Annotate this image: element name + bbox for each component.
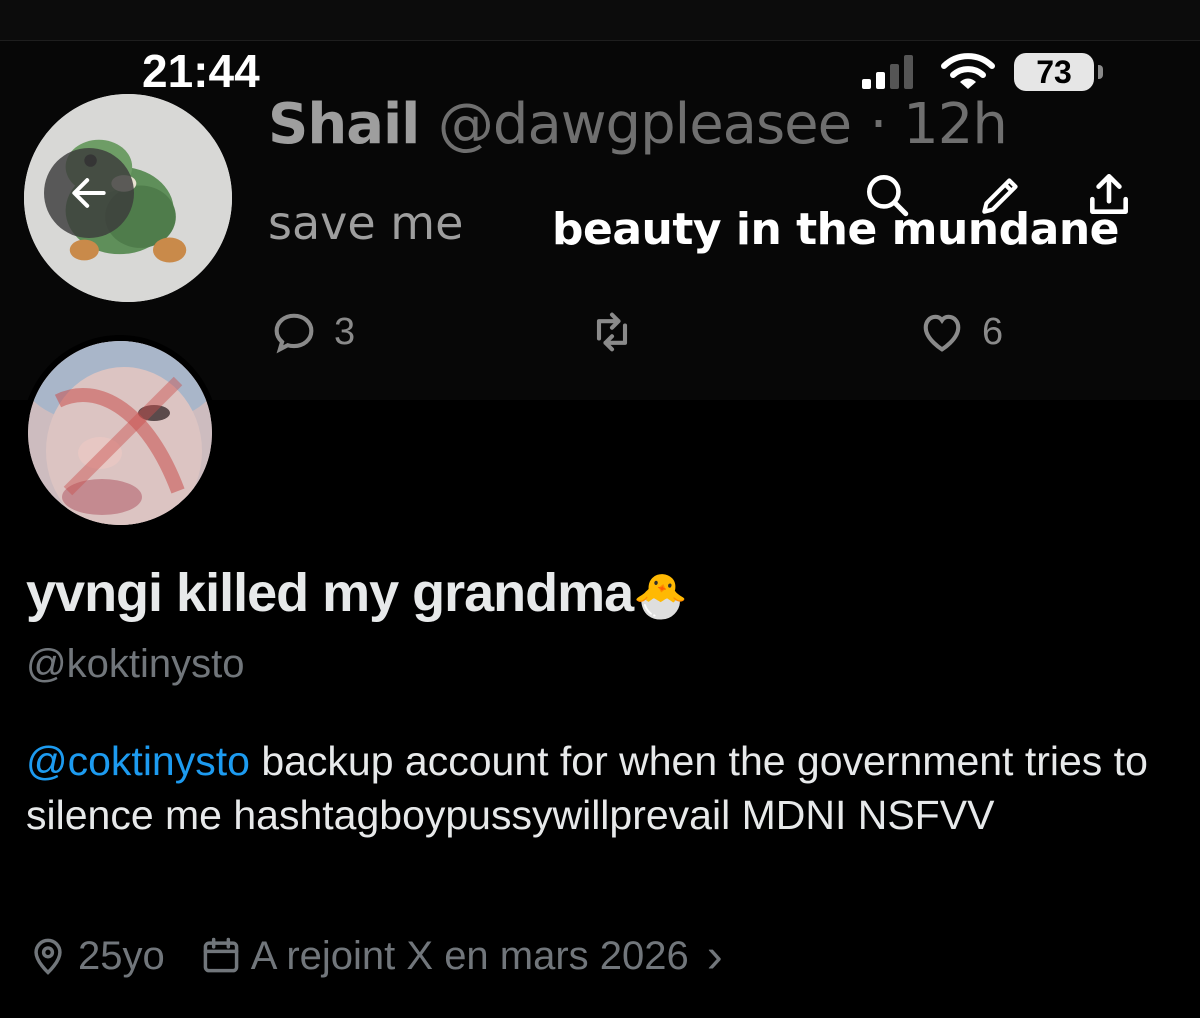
chevron-right-icon: › xyxy=(706,929,723,983)
profile-avatar[interactable] xyxy=(22,335,218,531)
selfie-photo xyxy=(28,341,212,525)
display-name: yvngi killed my grandma🐣 xyxy=(26,562,688,624)
profile-avatar-image xyxy=(28,341,212,525)
banner-reply: 3 xyxy=(268,306,355,358)
banner-tweet-time: · 12h xyxy=(869,92,1008,157)
banner-like: 6 xyxy=(916,306,1003,358)
profile-meta: 25yo A rejoint X en mars 2026 › xyxy=(26,928,757,984)
pencil-icon[interactable] xyxy=(976,170,1026,220)
location-text: 25yo xyxy=(78,933,165,978)
calendar-icon xyxy=(203,937,239,973)
banner-reply-count: 3 xyxy=(334,310,356,353)
display-name-text: yvngi killed my grandma xyxy=(26,563,634,623)
back-button[interactable] xyxy=(44,148,134,238)
profile-location: 25yo xyxy=(26,934,165,979)
banner-like-count: 6 xyxy=(982,310,1004,353)
profile-handle: @koktinysto xyxy=(26,642,245,686)
banner-top-strip xyxy=(0,0,1200,41)
banner-tweet-actions: 3 6 xyxy=(268,306,1068,376)
banner-tweet-header: Shail @dawgpleasee · 12h xyxy=(268,92,1008,157)
heart-icon xyxy=(923,314,961,352)
status-time: 21:44 xyxy=(142,45,260,97)
status-indicators: 73 xyxy=(860,50,1103,94)
banner-overlay-caption: beauty in the mundane xyxy=(552,204,1119,255)
reply-icon xyxy=(274,313,314,354)
profile-bio: @coktinysto backup account for when the … xyxy=(26,734,1176,842)
bio-mention-link[interactable]: @coktinysto xyxy=(26,738,250,784)
location-pin-icon xyxy=(34,938,62,975)
banner-tweet-text: save me xyxy=(268,196,464,250)
share-icon[interactable] xyxy=(1084,170,1134,220)
wifi-icon xyxy=(941,53,995,89)
hatching-chick-emoji: 🐣 xyxy=(633,572,688,621)
joined-text: A rejoint X en mars 2026 xyxy=(250,933,689,978)
profile-joined[interactable]: A rejoint X en mars 2026 › xyxy=(199,929,723,984)
banner-tweet-handle: @dawgpleasee xyxy=(437,92,852,157)
arrow-left-icon xyxy=(72,178,106,208)
battery-indicator: 73 xyxy=(1014,53,1103,91)
battery-level: 73 xyxy=(1036,53,1072,90)
repost-icon xyxy=(596,312,628,352)
banner-tweet-name: Shail xyxy=(268,92,420,157)
signal-icon xyxy=(862,55,913,89)
banner-repost xyxy=(586,306,638,358)
battery-cap xyxy=(1098,65,1103,79)
search-icon[interactable] xyxy=(862,170,912,220)
